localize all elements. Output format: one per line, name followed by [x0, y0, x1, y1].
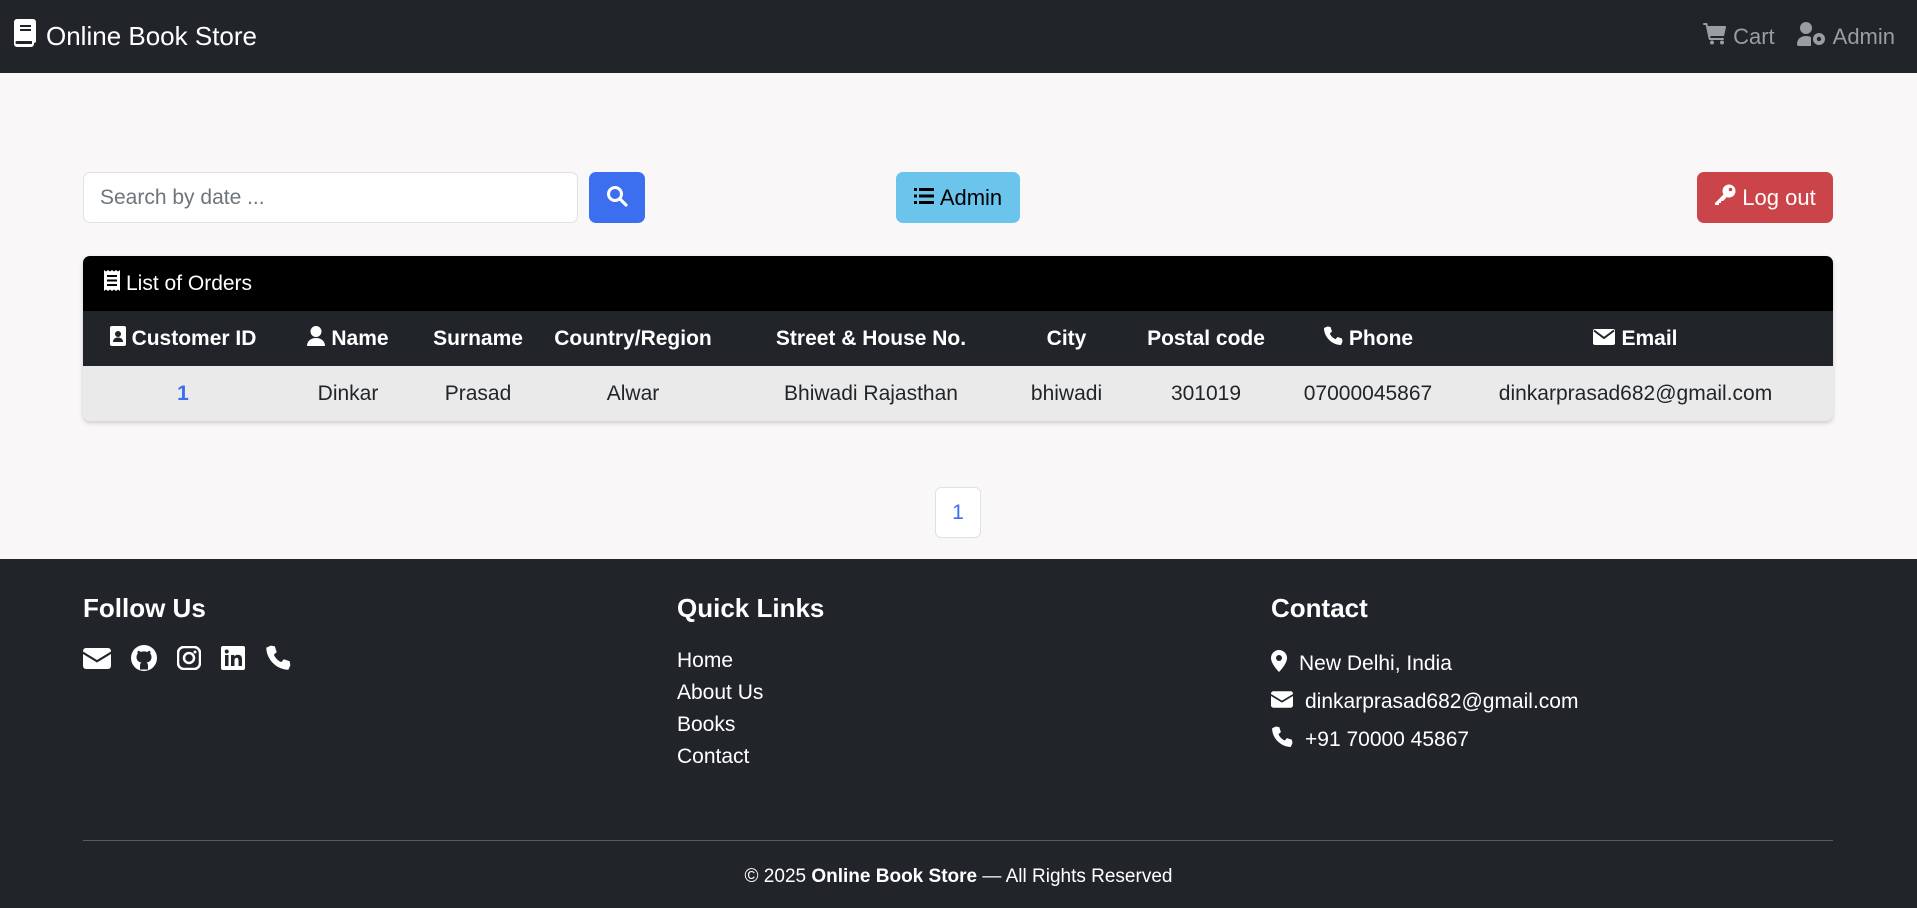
orders-table: Customer ID Name Surname Country/Region … [83, 311, 1833, 421]
orders-card-header: List of Orders [83, 256, 1833, 311]
list-icon [913, 185, 934, 211]
search-button[interactable] [589, 172, 645, 223]
github-icon[interactable] [131, 645, 157, 676]
quick-link-contact[interactable]: Contact [677, 741, 824, 773]
col-city[interactable]: City [1019, 311, 1114, 366]
search-date-input[interactable] [83, 172, 578, 223]
cell-street: Bhiwadi Rajasthan [784, 381, 958, 405]
id-card-icon [109, 325, 126, 352]
quick-links-title: Quick Links [677, 593, 825, 623]
search-icon [606, 185, 628, 210]
nav-admin-link[interactable]: Admin [1796, 21, 1895, 52]
admin-button[interactable]: Admin [896, 172, 1020, 223]
nav-right: Cart Admin [1703, 0, 1895, 73]
col-email[interactable]: Email [1438, 311, 1833, 366]
footer-divider [83, 840, 1833, 841]
footer-follow: Follow Us [83, 593, 291, 676]
quick-link-books[interactable]: Books [677, 709, 824, 741]
table-row: 1 Dinkar Prasad Alwar Bhiwadi Rajasthan … [83, 366, 1833, 421]
follow-title: Follow Us [83, 593, 206, 623]
social-links [83, 645, 291, 676]
cell-phone: 07000045867 [1303, 381, 1433, 405]
footer-contact: Contact New Delhi, India dinkarprasad682… [1271, 593, 1578, 759]
copyright: © 2025 Online Book Store — All Rights Re… [744, 866, 1173, 887]
col-customer-id[interactable]: Customer ID [83, 311, 283, 366]
col-surname[interactable]: Surname [413, 311, 543, 366]
nav-admin-label: Admin [1832, 23, 1895, 49]
orders-card: List of Orders Customer ID Name Surname … [83, 256, 1833, 421]
user-icon [307, 325, 326, 352]
cell-email: dinkarprasad682@gmail.com [1498, 381, 1773, 405]
contact-location: New Delhi, India [1271, 645, 1578, 683]
phone-icon [1271, 726, 1293, 754]
col-country[interactable]: Country/Region [543, 311, 723, 366]
cell-surname: Prasad [444, 381, 512, 405]
cell-country: Alwar [606, 381, 660, 405]
envelope-icon [1271, 690, 1293, 714]
footer: Follow Us Quick Links Home About Us Book… [0, 559, 1917, 908]
receipt-icon [104, 270, 120, 297]
brand-title: Online Book Store [46, 21, 258, 51]
nav-cart-link[interactable]: Cart [1703, 22, 1775, 51]
logout-button[interactable]: Log out [1697, 172, 1833, 223]
col-street[interactable]: Street & House No. [723, 311, 1019, 366]
navbar: Online Book Store Cart Admin [0, 0, 1917, 73]
orders-title: List of Orders [126, 271, 253, 295]
col-name[interactable]: Name [283, 311, 413, 366]
cell-city: bhiwadi [1030, 381, 1103, 405]
instagram-icon[interactable] [176, 645, 202, 675]
orders-header-row: Customer ID Name Surname Country/Region … [83, 311, 1833, 366]
phone-icon[interactable] [265, 645, 291, 676]
linkedin-icon[interactable] [221, 646, 245, 675]
phone-icon [1323, 326, 1343, 352]
logout-button-label: Log out [1742, 184, 1816, 210]
col-phone[interactable]: Phone [1298, 311, 1438, 366]
contact-phone: +91 70000 45867 [1271, 721, 1578, 759]
key-icon [1714, 184, 1736, 212]
nav-cart-label: Cart [1733, 23, 1775, 49]
cell-postal-code: 301019 [1170, 381, 1242, 405]
quick-link-home[interactable]: Home [677, 645, 824, 677]
footer-quick-links: Quick Links Home About Us Books Contact [677, 593, 824, 773]
envelope-icon [1593, 327, 1616, 351]
col-postal-code[interactable]: Postal code [1114, 311, 1298, 366]
contact-email: dinkarprasad682@gmail.com [1271, 683, 1578, 721]
cell-customer-id[interactable]: 1 [83, 366, 283, 421]
map-pin-icon [1271, 650, 1287, 678]
admin-button-label: Admin [939, 184, 1003, 210]
envelope-icon[interactable] [83, 647, 111, 674]
brand-link[interactable]: Online Book Store [14, 0, 257, 73]
quick-links-list: Home About Us Books Contact [677, 645, 824, 773]
pagination-page-1[interactable]: 1 [935, 487, 981, 538]
cell-name: Dinkar [317, 381, 379, 405]
cart-icon [1703, 22, 1727, 51]
contact-title: Contact [1271, 593, 1368, 623]
user-gear-icon [1796, 21, 1827, 52]
book-icon [14, 19, 36, 54]
quick-link-about[interactable]: About Us [677, 677, 824, 709]
